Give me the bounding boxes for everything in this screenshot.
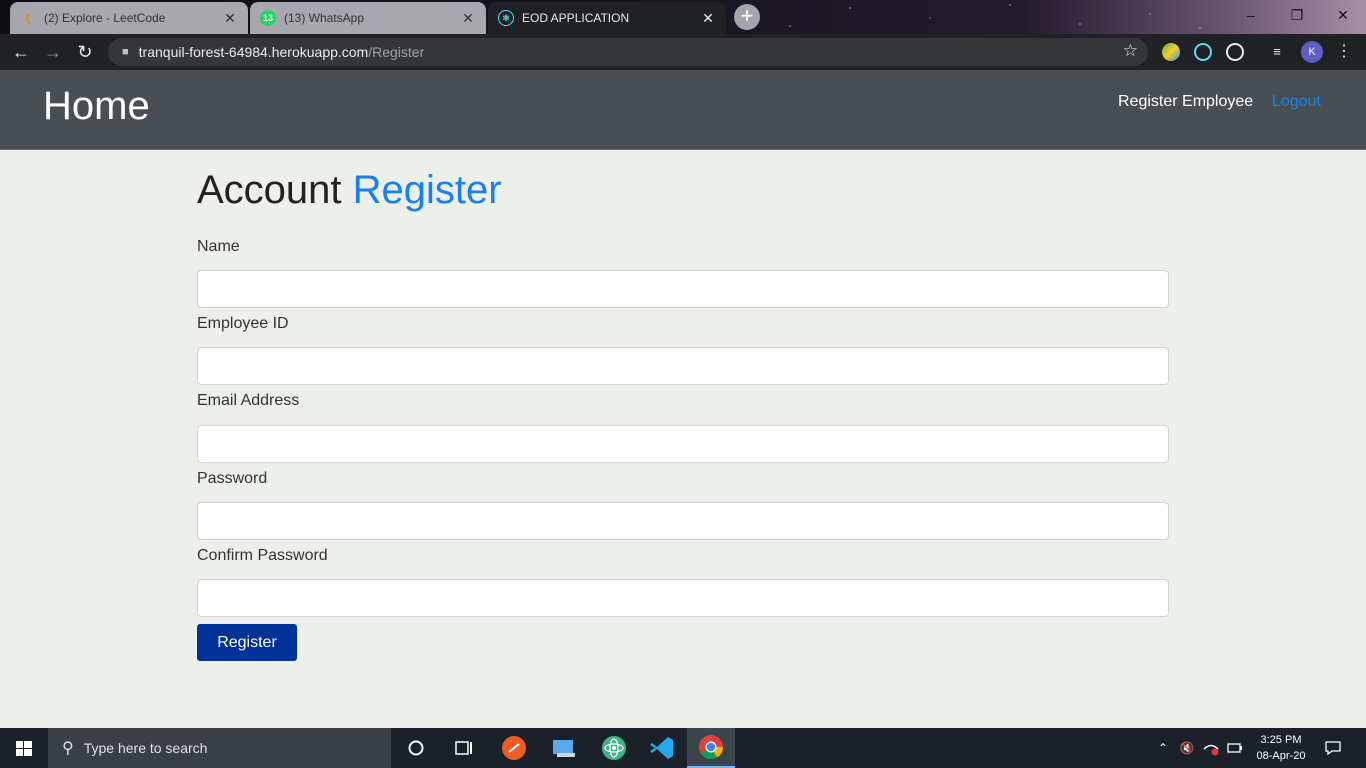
close-tab-icon[interactable]: ✕ [460,10,476,27]
employee-id-label: Employee ID [197,315,289,332]
atom-icon[interactable] [590,728,638,768]
browser-tab-strip: ❮ (2) Explore - LeetCode ✕ 13 (13) Whats… [0,0,1366,34]
vscode-icon[interactable] [638,728,686,768]
notifications-icon[interactable] [1318,728,1348,768]
reload-icon[interactable]: ↻ [72,40,98,64]
leetcode-icon: ❮ [24,12,32,23]
confirm-password-label: Confirm Password [197,547,328,564]
minimize-button[interactable]: – [1228,0,1274,30]
system-clock[interactable]: 3:25 PM 08-Apr-20 [1246,732,1316,764]
name-input[interactable] [197,270,1169,308]
new-tab-button[interactable]: + [734,4,760,30]
browser-toolbar: ← → ↻ ■ tranquil-forest-64984.herokuapp.… [0,34,1366,70]
email-label: Email Address [197,392,300,409]
page-title: Account Register [197,168,502,213]
page-title-prefix: Account [197,168,342,212]
tab-eod-application[interactable]: ⚛ EOD APPLICATION ✕ [488,2,726,34]
extension-icon[interactable] [1162,43,1180,61]
windows-start-button[interactable] [0,728,48,768]
bookmark-star-icon[interactable]: ☆ [1123,41,1138,61]
task-view-icon[interactable] [440,728,488,768]
confirm-password-input[interactable] [197,579,1169,617]
taskbar: ⚲ Type here to search ⌃ 🔇 3:25 PM 08-Apr… [0,728,1366,768]
taskbar-search-box[interactable]: ⚲ Type here to search [48,728,391,768]
url-host: tranquil-forest-64984.herokuapp.com [138,44,369,60]
tab-leetcode[interactable]: ❮ (2) Explore - LeetCode ✕ [10,2,248,34]
search-placeholder: Type here to search [83,740,208,756]
password-input[interactable] [197,502,1169,540]
menu-kebab-icon[interactable]: ⋮ [1336,41,1352,63]
close-tab-icon[interactable]: ✕ [700,10,716,27]
whatsapp-icon: 13 [260,10,276,26]
battery-icon[interactable] [1225,728,1245,768]
cortana-icon[interactable] [392,728,440,768]
windows-logo-icon [16,741,32,756]
network-icon[interactable] [1200,728,1222,768]
address-bar[interactable]: ■ tranquil-forest-64984.herokuapp.com /R… [108,38,1148,66]
close-window-button[interactable]: ✕ [1320,0,1366,30]
register-employee-link[interactable]: Register Employee [1118,93,1253,111]
react-icon: ⚛ [498,10,514,26]
tab-title: EOD APPLICATION [522,11,630,25]
volume-muted-icon[interactable]: 🔇 [1176,728,1198,768]
back-icon[interactable]: ← [8,40,34,64]
extension-target-icon[interactable] [1226,43,1244,61]
name-label: Name [197,238,240,255]
clock-time: 3:25 PM [1260,734,1302,746]
media-control-icon[interactable]: ≡ [1268,43,1286,61]
employee-id-input[interactable] [197,347,1169,385]
clock-date: 08-Apr-20 [1256,750,1306,762]
avatar[interactable]: K [1301,41,1323,63]
show-hidden-icons-icon[interactable]: ⌃ [1154,728,1172,768]
forward-icon[interactable]: → [40,40,66,64]
password-label: Password [197,470,268,487]
page-title-highlight: Register [352,168,502,212]
logout-link[interactable]: Logout [1272,93,1321,111]
chrome-icon[interactable] [687,728,735,768]
register-button[interactable]: Register [197,624,297,661]
tab-title: (2) Explore - LeetCode [44,11,166,25]
app-navbar: Home Register Employee Logout [0,70,1366,150]
postman-icon[interactable] [490,728,538,768]
tab-title: (13) WhatsApp [284,11,365,25]
email-input[interactable] [197,425,1169,463]
lock-icon: ■ [122,46,129,58]
url-path: /Register [368,44,425,60]
close-tab-icon[interactable]: ✕ [222,10,238,27]
brand-home-link[interactable]: Home [43,84,150,129]
react-devtools-icon[interactable] [1194,43,1212,61]
file-explorer-icon[interactable] [540,728,588,768]
tab-whatsapp[interactable]: 13 (13) WhatsApp ✕ [250,2,486,34]
search-icon: ⚲ [62,740,74,757]
restore-button[interactable]: ❐ [1274,0,1320,30]
